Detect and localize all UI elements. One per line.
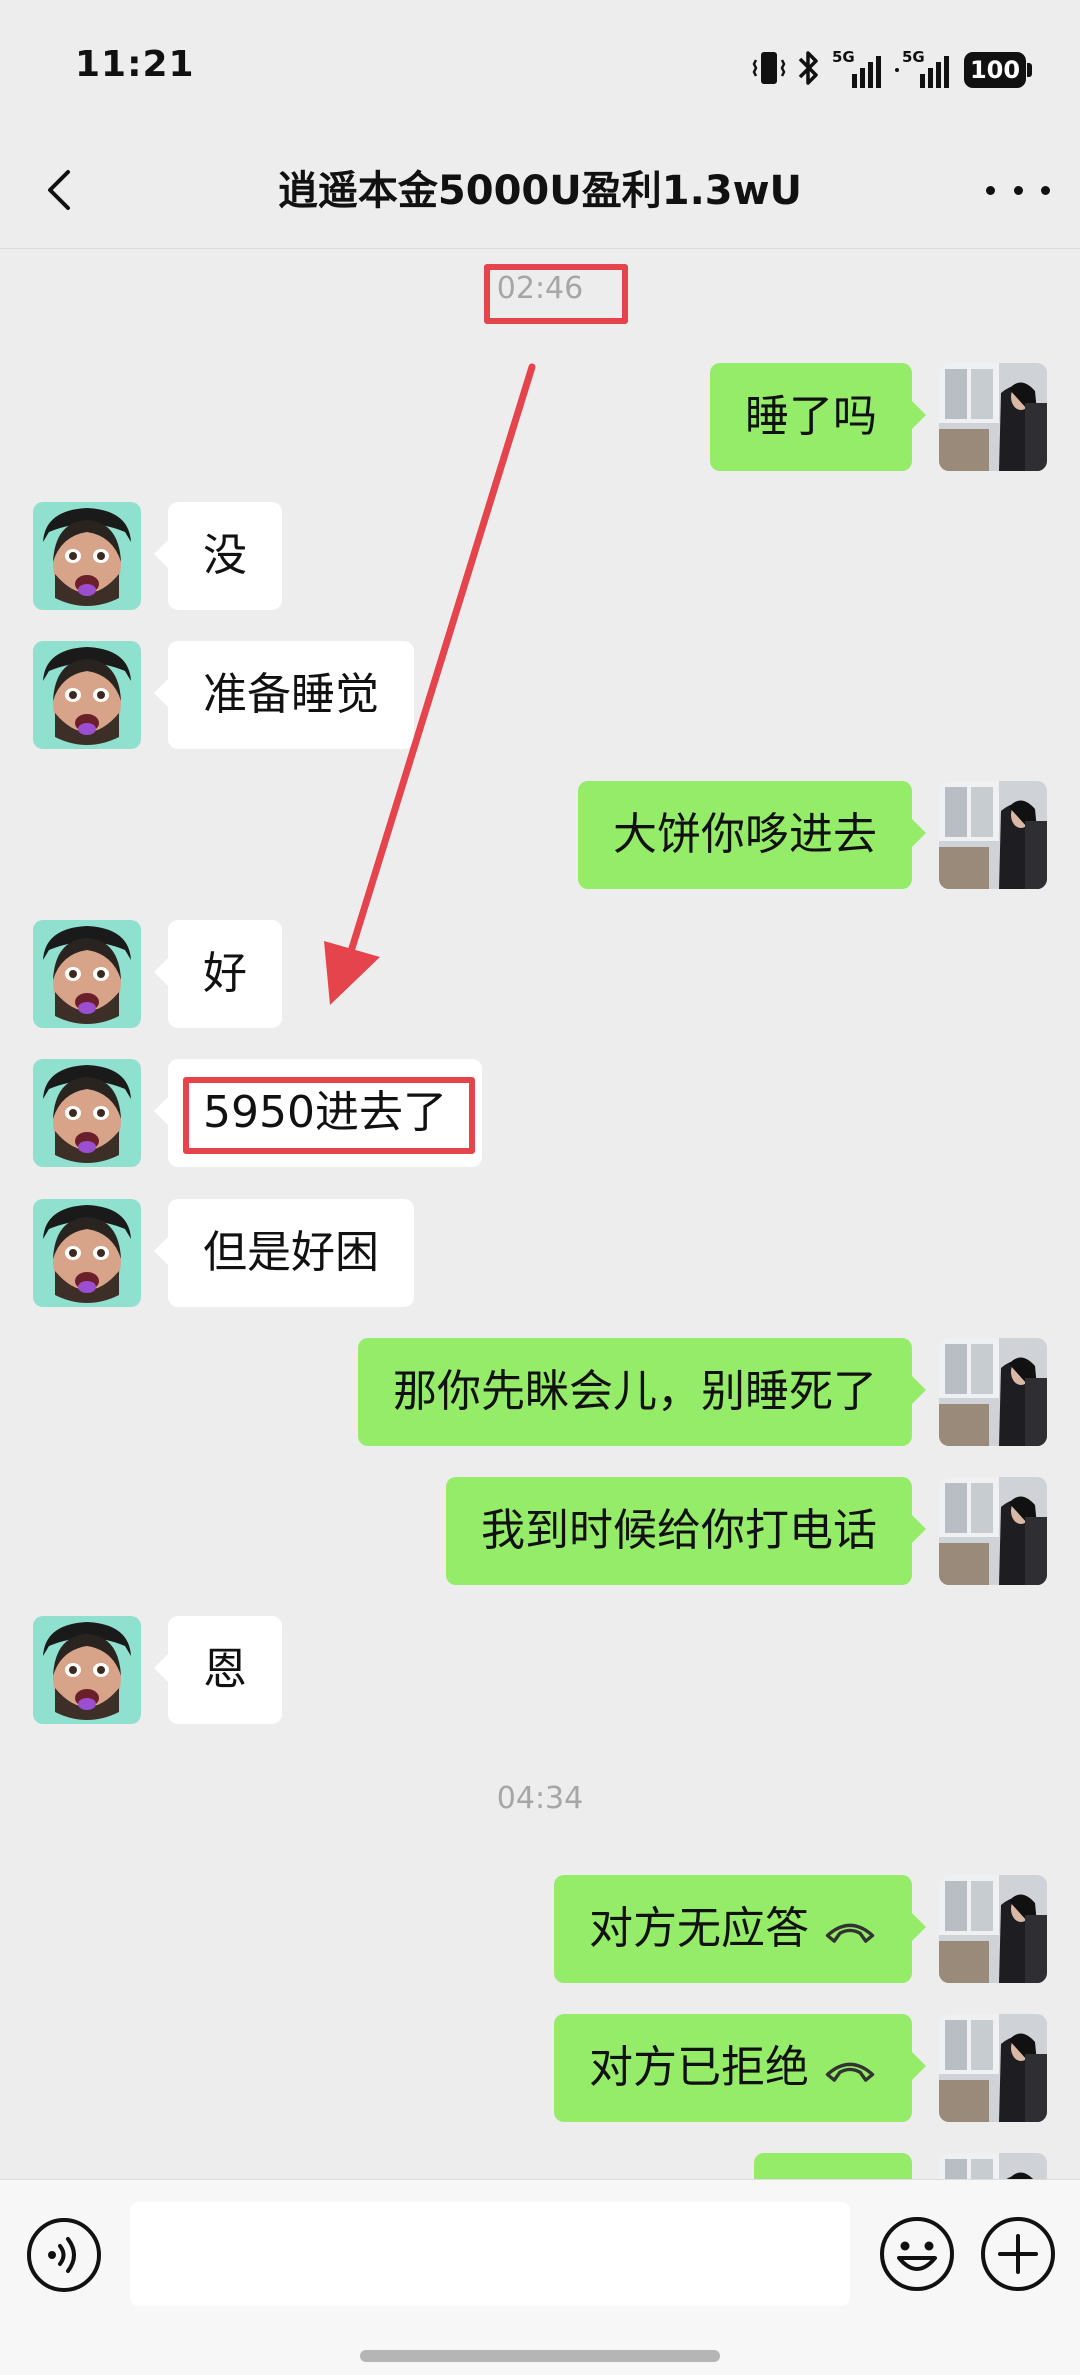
chevron-left-icon	[48, 170, 70, 210]
phone-hangup-icon	[823, 2056, 877, 2084]
message-bubble-partial[interactable]	[754, 2153, 912, 2179]
home-indicator[interactable]	[360, 2350, 720, 2362]
bluetooth-icon	[796, 48, 822, 92]
voice-button[interactable]	[25, 2216, 103, 2294]
status-time: 11:21	[75, 44, 195, 85]
message-row-outgoing: 对方已拒绝	[0, 2014, 1080, 2122]
avatar-self[interactable]	[939, 2014, 1047, 2122]
vibrate-icon	[752, 48, 786, 92]
timestamp: 04:34	[496, 1781, 584, 1816]
call-record-bubble[interactable]: 对方无应答	[554, 1875, 926, 1983]
message-bubble[interactable]: 我到时候给你打电话	[446, 1477, 926, 1585]
message-bubble[interactable]: 恩	[154, 1616, 282, 1724]
message-row-outgoing: 对方无应答	[0, 1875, 1080, 1983]
emoji-button[interactable]	[877, 2214, 957, 2294]
chat-header: 逍遥本金5000U盈利1.3wU	[0, 130, 1080, 249]
call-record-bubble[interactable]: 对方已拒绝	[554, 2014, 926, 2122]
message-row-incoming: 恩	[0, 1616, 1080, 1724]
phone-hangup-icon	[823, 1917, 877, 1945]
battery-level: 100	[969, 56, 1021, 84]
message-row-outgoing: 那你先眯会儿，别睡死了	[0, 1338, 1080, 1446]
plus-icon	[981, 2217, 1055, 2291]
avatar-contact[interactable]	[33, 1616, 141, 1724]
voice-icon	[27, 2218, 101, 2292]
message-row-outgoing-partial	[0, 2153, 1080, 2179]
battery-icon: 100	[964, 52, 1032, 88]
chat-title: 逍遥本金5000U盈利1.3wU	[277, 168, 803, 214]
avatar-self[interactable]	[939, 1477, 1047, 1585]
annotation-arrow	[324, 363, 536, 1005]
signal-5g-secondary-icon: 5G	[894, 48, 954, 90]
more-button[interactable]	[986, 160, 1050, 220]
signal-5g-icon: 5G	[832, 48, 884, 90]
avatar-self[interactable]	[939, 1338, 1047, 1446]
message-bubble[interactable]: 那你先眯会儿，别睡死了	[358, 1338, 926, 1446]
status-bar: 11:21 5G 5G 100	[0, 0, 1080, 130]
emoji-icon	[880, 2217, 954, 2291]
more-dots-icon	[986, 185, 1050, 195]
back-button[interactable]	[30, 160, 90, 220]
avatar-self[interactable]	[939, 2153, 1047, 2179]
input-bar	[0, 2179, 1080, 2375]
avatar-self[interactable]	[939, 1875, 1047, 1983]
status-icons: 5G 5G 100	[752, 48, 1032, 92]
message-input[interactable]	[130, 2202, 850, 2306]
plus-button[interactable]	[978, 2214, 1058, 2294]
message-row-outgoing: 我到时候给你打电话	[0, 1477, 1080, 1585]
call-status-text: 对方无应答	[589, 1903, 809, 1954]
chat-messages[interactable]: 02:46 睡了吗 没 准备睡觉 大饼你哆进去 好 5950进去了 但是好困 那…	[0, 249, 1080, 2179]
call-status-text: 对方已拒绝	[589, 2042, 809, 2093]
